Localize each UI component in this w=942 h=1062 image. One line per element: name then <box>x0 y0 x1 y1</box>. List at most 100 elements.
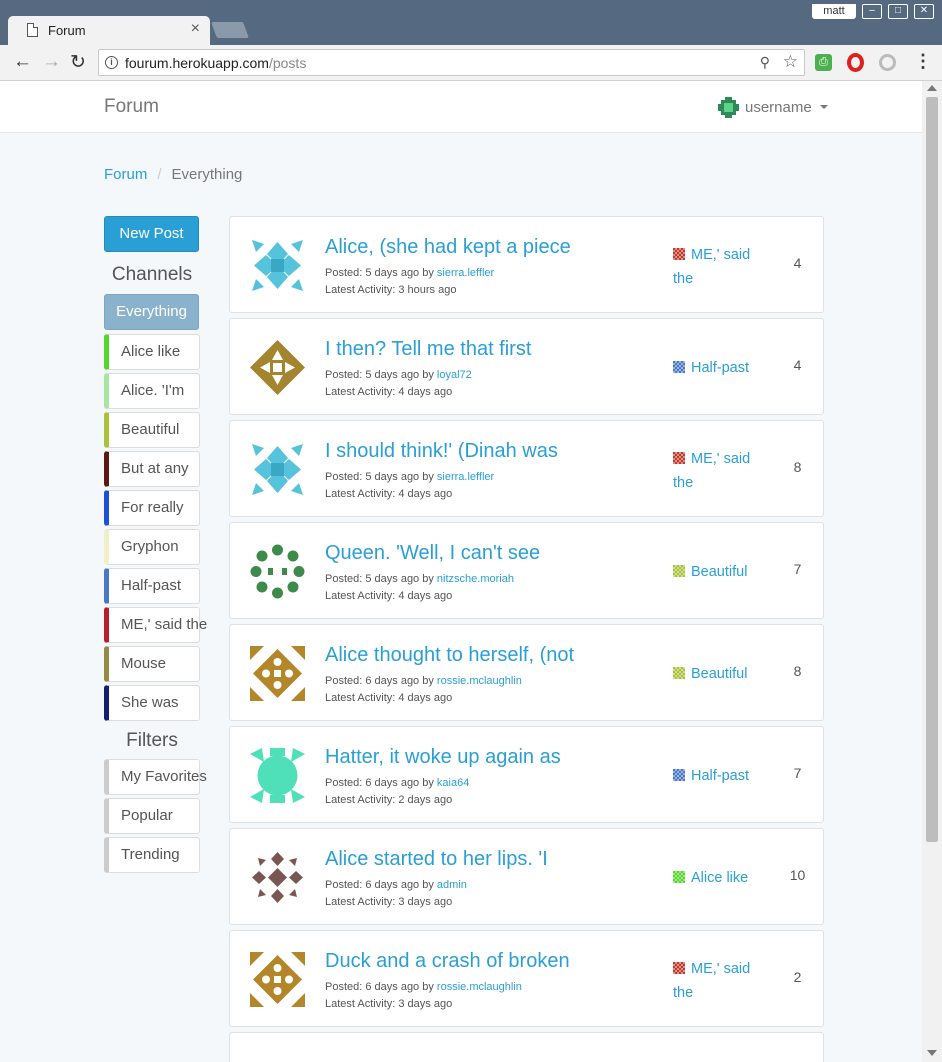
post-card[interactable]: Duck and a crash of broken Posted: 6 days… <box>229 930 824 1027</box>
author-link[interactable]: sierra.leffler <box>437 267 494 279</box>
new-post-button[interactable]: New Post <box>104 216 199 252</box>
post-title[interactable]: I then? Tell me that first <box>325 338 531 361</box>
new-tab-button[interactable] <box>211 22 249 38</box>
author-link[interactable]: rossie.mclaughlin <box>437 981 522 993</box>
author-avatar-icon[interactable] <box>250 340 305 395</box>
minimize-button[interactable]: – <box>862 4 882 19</box>
post-channel-link[interactable]: ME,' said the <box>673 957 761 1005</box>
post-meta: Posted: 6 days ago by admin Latest Activi… <box>325 877 467 911</box>
filter-item[interactable]: Trending <box>104 837 200 873</box>
post-title[interactable]: Alice thought to herself, (not <box>325 644 574 667</box>
back-icon[interactable]: ← <box>13 51 32 73</box>
post-title[interactable]: Queen. 'Well, I can't see <box>325 542 540 565</box>
author-link[interactable]: loyal72 <box>437 369 472 381</box>
channel-item[interactable]: For really <box>104 490 200 526</box>
scroll-down-arrow-icon[interactable] <box>927 1050 937 1056</box>
extension-icon[interactable] <box>879 54 896 71</box>
caret-down-icon <box>819 105 828 109</box>
post-meta: Posted: 5 days ago by nitzsche.moriah Lat… <box>325 571 514 605</box>
channel-item[interactable]: Gryphon <box>104 529 200 565</box>
author-link[interactable]: nitzsche.moriah <box>437 573 514 585</box>
channel-item[interactable]: Half-past <box>104 568 200 604</box>
author-avatar-icon[interactable] <box>250 544 305 599</box>
channel-item[interactable]: But at any <box>104 451 200 487</box>
channel-pattern-icon <box>673 667 685 679</box>
page-viewport: Forum username Forum / Everything New Po… <box>0 81 942 1062</box>
post-channel-link[interactable]: ME,' said the <box>673 447 761 495</box>
channel-pattern-icon <box>673 452 685 464</box>
channel-item[interactable]: Alice like <box>104 334 200 370</box>
activity-label: Latest Activity: 2 days ago <box>325 794 453 806</box>
post-channel-link[interactable]: Half-past <box>673 356 761 380</box>
channel-everything[interactable]: Everything <box>104 294 199 330</box>
post-meta: Posted: 6 days ago by rossie.mclaughlin L… <box>325 979 522 1013</box>
user-menu[interactable]: username <box>718 96 828 118</box>
post-title[interactable]: Alice, (she had kept a piece <box>325 236 571 259</box>
forward-icon[interactable]: → <box>42 51 61 73</box>
author-avatar-icon[interactable] <box>250 646 305 701</box>
scrollbar-thumb[interactable] <box>926 97 938 842</box>
author-avatar-icon[interactable] <box>250 238 305 293</box>
key-icon[interactable]: ⚲ <box>760 54 770 71</box>
reload-icon[interactable]: ↻ <box>70 51 86 74</box>
post-meta: Posted: 5 days ago by sierra.leffler Late… <box>325 265 494 299</box>
post-title[interactable]: Duck and a crash of broken <box>325 950 570 973</box>
scroll-up-arrow-icon[interactable] <box>927 85 937 91</box>
post-card[interactable]: Alice thought to herself, (not Posted: 6 … <box>229 624 824 721</box>
post-channel-link[interactable]: Half-past <box>673 764 761 788</box>
post-list: Alice, (she had kept a piece Posted: 5 da… <box>229 216 824 1062</box>
address-bar[interactable]: i fourum.herokuapp.com/posts ⚲ ☆ <box>98 49 805 76</box>
author-avatar-icon[interactable] <box>250 952 305 1007</box>
posted-label: Posted: 6 days ago by <box>325 675 434 687</box>
profile-badge[interactable]: matt <box>812 4 856 19</box>
browser-tab[interactable]: Forum × <box>8 16 210 45</box>
breadcrumb: Forum / Everything <box>104 166 242 183</box>
bookmark-star-icon[interactable]: ☆ <box>783 52 798 72</box>
author-link[interactable]: rossie.mclaughlin <box>437 675 522 687</box>
scrollbar[interactable] <box>922 81 942 1062</box>
post-card[interactable]: I should think!' (Dinah was Posted: 5 day… <box>229 420 824 517</box>
close-window-button[interactable]: ✕ <box>914 4 934 19</box>
author-link[interactable]: admin <box>437 879 467 891</box>
filter-item[interactable]: Popular <box>104 798 200 834</box>
author-avatar-icon[interactable] <box>250 748 305 803</box>
post-card[interactable] <box>229 1032 824 1062</box>
author-link[interactable]: sierra.leffler <box>437 471 494 483</box>
reply-count: 7 <box>793 561 802 577</box>
filters-heading: Filters <box>126 730 178 751</box>
author-avatar-icon[interactable] <box>250 850 305 905</box>
post-title[interactable]: Hatter, it woke up again as <box>325 746 561 769</box>
post-card[interactable]: Queen. 'Well, I can't see Posted: 5 days … <box>229 522 824 619</box>
channel-item[interactable]: Beautiful <box>104 412 200 448</box>
post-title[interactable]: I should think!' (Dinah was <box>325 440 558 463</box>
channel-item[interactable]: She was <box>104 685 200 721</box>
post-channel-link[interactable]: Beautiful <box>673 662 761 686</box>
reply-count: 10 <box>789 867 806 883</box>
maximize-button[interactable]: □ <box>888 4 908 19</box>
posted-label: Posted: 6 days ago by <box>325 981 434 993</box>
opera-extension-icon[interactable] <box>847 53 864 72</box>
post-meta: Posted: 5 days ago by loyal72 Latest Acti… <box>325 367 472 401</box>
post-channel-link[interactable]: ME,' said the <box>673 243 761 291</box>
breadcrumb-root[interactable]: Forum <box>104 166 147 183</box>
post-card[interactable]: I then? Tell me that first Posted: 5 days… <box>229 318 824 415</box>
print-extension-icon[interactable]: ⎙ <box>815 54 832 71</box>
post-channel-link[interactable]: Beautiful <box>673 560 761 584</box>
browser-menu-icon[interactable]: ⋮ <box>914 51 932 72</box>
post-channel-link[interactable]: Alice like <box>673 866 761 890</box>
author-link[interactable]: kaia64 <box>437 777 469 789</box>
filter-item[interactable]: My Favorites <box>104 759 207 795</box>
channel-item[interactable]: Mouse <box>104 646 200 682</box>
author-avatar-icon[interactable] <box>250 442 305 497</box>
channel-item[interactable]: ME,' said the <box>104 607 207 643</box>
close-tab-icon[interactable]: × <box>191 20 200 38</box>
site-info-icon[interactable]: i <box>105 56 118 69</box>
site-brand[interactable]: Forum <box>104 96 159 118</box>
channel-name: Beautiful <box>691 666 748 682</box>
filter-list: My Favorites Popular Trending <box>104 759 207 873</box>
channel-item[interactable]: Alice. 'I'm <box>104 373 200 409</box>
post-card[interactable]: Hatter, it woke up again as Posted: 6 day… <box>229 726 824 823</box>
post-card[interactable]: Alice started to her lips. 'I Posted: 6 d… <box>229 828 824 925</box>
post-title[interactable]: Alice started to her lips. 'I <box>325 848 548 871</box>
post-card[interactable]: Alice, (she had kept a piece Posted: 5 da… <box>229 216 824 313</box>
